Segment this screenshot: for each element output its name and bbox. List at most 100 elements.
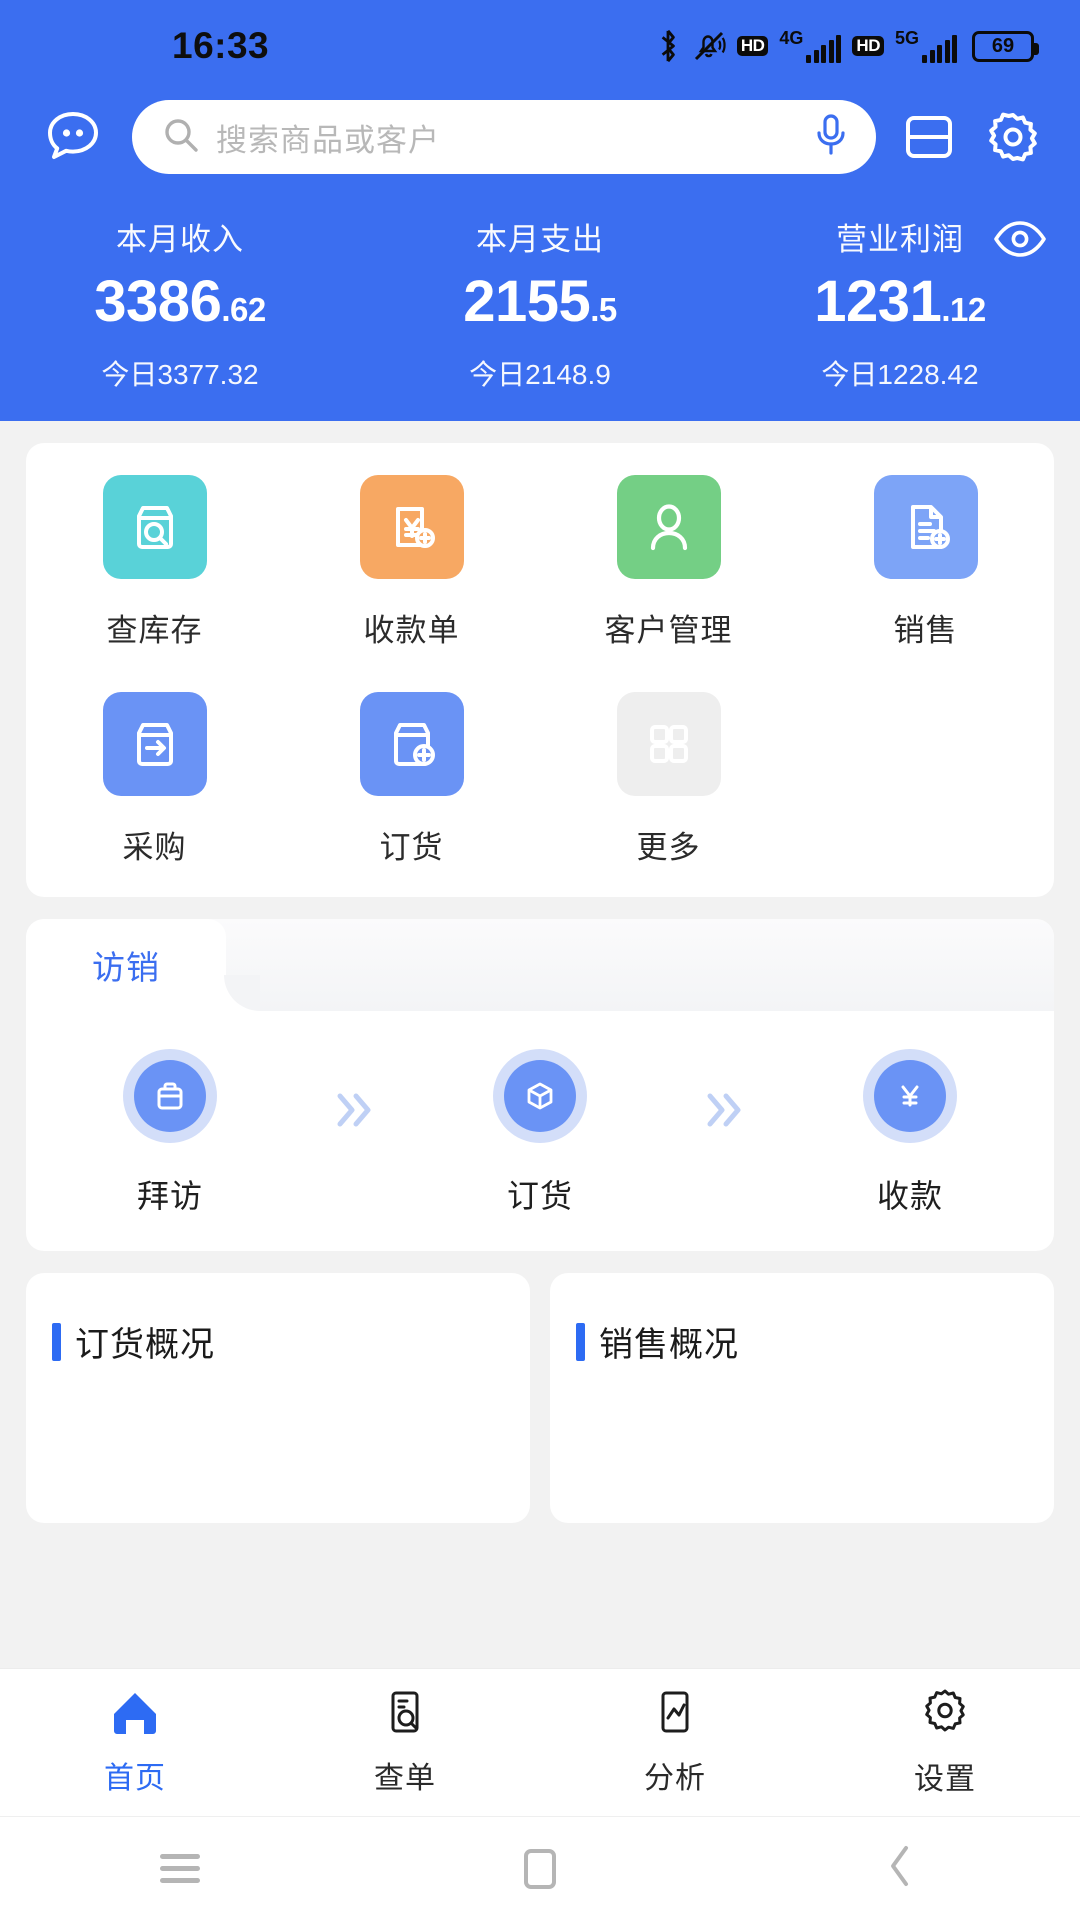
stat-value-dec: .12 [941,291,986,328]
mute-vibrate-icon [692,29,726,63]
doc-search-icon [381,1688,429,1741]
stat-expense[interactable]: 本月支出 2155.5 今日2148.9 [360,214,720,393]
signal-bars-4g [806,35,842,63]
quick-action-receipt[interactable]: 收款单 [283,475,540,650]
card-title: 销售概况 [576,1317,1054,1366]
scan-card-icon[interactable] [898,106,960,168]
tab-label: 分析 [644,1762,706,1795]
tab-orders[interactable]: 查单 [270,1669,540,1816]
status-bar: 16:33 HD 4G HD 5G 69 [0,0,1080,92]
quick-action-purchase[interactable]: 采购 [26,692,283,867]
tab-label: 设置 [914,1763,976,1796]
back-chevron-icon [883,1842,917,1895]
tab-label: 访销 [92,949,160,986]
status-bar-clock: 16:33 [172,25,270,66]
search-input[interactable]: 搜索商品或客户 [132,100,876,174]
stat-sub: 今日3377.32 [101,359,259,390]
bluetooth-icon [655,28,681,64]
stat-value-int: 3386 [94,269,222,334]
android-home-button[interactable] [360,1848,720,1889]
quick-action-label: 收款单 [363,613,460,648]
quick-action-customers[interactable]: 客户管理 [540,475,797,650]
quick-action-sales[interactable]: 销售 [797,475,1054,650]
hd-icon-2: HD [852,35,884,57]
signal-5g-icon: 5G [895,29,957,63]
tab-label: 查单 [374,1762,436,1795]
gear-icon[interactable] [982,106,1044,168]
eye-visibility-icon[interactable] [992,218,1048,260]
stat-value: 2155.5 [360,273,720,331]
tab-settings[interactable]: 设置 [810,1669,1080,1816]
flow-step-payment[interactable]: 收款 [820,1049,1000,1217]
accent-bar [52,1322,61,1361]
sales-summary-card[interactable]: 销售概况 [550,1273,1054,1523]
summary-cards: 订货概况 销售概况 [26,1273,1054,1523]
network-4g-label: 4G [779,28,804,48]
quick-action-label: 销售 [893,613,958,648]
box-plus-icon [359,692,464,796]
chart-line-icon [651,1688,699,1741]
stat-value: 1231.12 [720,273,1080,331]
person-icon [616,475,721,579]
chat-bubble-icon[interactable] [36,100,110,174]
signal-4g-icon: 4G [779,28,842,63]
microphone-icon[interactable] [812,112,850,163]
android-back-button[interactable] [720,1842,1080,1895]
stat-label: 本月支出 [476,222,604,257]
grid-more-icon [616,692,721,796]
box-arrow-right-icon [102,692,207,796]
tab-visit-sale[interactable]: 访销 [26,919,260,1011]
stat-value-dec: .62 [221,291,266,328]
quick-action-order[interactable]: 订货 [283,692,540,867]
quick-action-more[interactable]: 更多 [540,692,797,867]
tab-label: 首页 [104,1762,166,1795]
search-icon [162,116,200,159]
status-bar-icons: HD 4G HD 5G 69 [655,28,1039,64]
flow-step-visit[interactable]: 拜访 [80,1049,260,1217]
quick-action-label: 客户管理 [604,613,733,648]
visit-sale-card: 访销 拜访 订货 收款 [26,919,1054,1251]
stat-value: 3386.62 [0,273,360,331]
flow-step-label: 收款 [876,1178,943,1214]
stat-label: 本月收入 [116,222,244,257]
quick-action-label: 采购 [122,830,187,865]
stat-value-dec: .5 [590,291,617,328]
home-icon [109,1688,161,1741]
package-box-icon [493,1049,587,1143]
tab-analysis[interactable]: 分析 [540,1669,810,1816]
yen-coin-icon [863,1049,957,1143]
battery-icon: 69 [972,30,1039,62]
quick-actions-card: 查库存 收款单 客户管理 销售 采购 订货 更多 [26,443,1054,897]
quick-action-inventory[interactable]: 查库存 [26,475,283,650]
order-summary-card[interactable]: 订货概况 [26,1273,530,1523]
flow-step-order[interactable]: 订货 [450,1049,630,1217]
briefcase-icon [123,1049,217,1143]
quick-actions-row-2: 采购 订货 更多 [26,692,1054,867]
tab-home[interactable]: 首页 [0,1669,270,1816]
android-recents-button[interactable] [0,1847,360,1890]
quick-action-label: 订货 [379,830,444,865]
card-title: 订货概况 [52,1317,530,1366]
flow-step-label: 订货 [506,1178,573,1214]
menu-icon [160,1847,200,1890]
bottom-tabbar: 首页 查单 分析 设置 [0,1668,1080,1816]
search-row: 搜索商品或客户 [0,92,1080,174]
flow-step-label: 拜访 [136,1178,203,1214]
app-header: 16:33 HD 4G HD 5G 69 搜索商品或客户 本月收入 3386.6… [0,0,1080,421]
signal-bars-5g [922,35,957,63]
battery-level-label: 69 [991,35,1015,57]
stats-row: 本月收入 3386.62 今日3377.32 本月支出 2155.5 今日214… [0,174,1080,399]
accent-bar [576,1322,585,1361]
receipt-yen-plus-icon [359,475,464,579]
chevron-double-right-icon [260,1088,450,1132]
stat-income[interactable]: 本月收入 3386.62 今日3377.32 [0,214,360,393]
stat-sub: 今日1228.42 [821,359,979,390]
visit-sale-flow: 拜访 订货 收款 [26,1011,1054,1217]
visit-sale-tabbar: 访销 [26,919,1054,1011]
stat-value-int: 2155 [463,269,591,334]
app-screen: 16:33 HD 4G HD 5G 69 搜索商品或客户 本月收入 3386.6… [0,0,1080,1920]
quick-actions-row-1: 查库存 收款单 客户管理 销售 [26,475,1054,650]
network-5g-label: 5G [894,28,919,48]
document-plus-icon [873,475,978,579]
android-navigation-bar [0,1816,1080,1920]
